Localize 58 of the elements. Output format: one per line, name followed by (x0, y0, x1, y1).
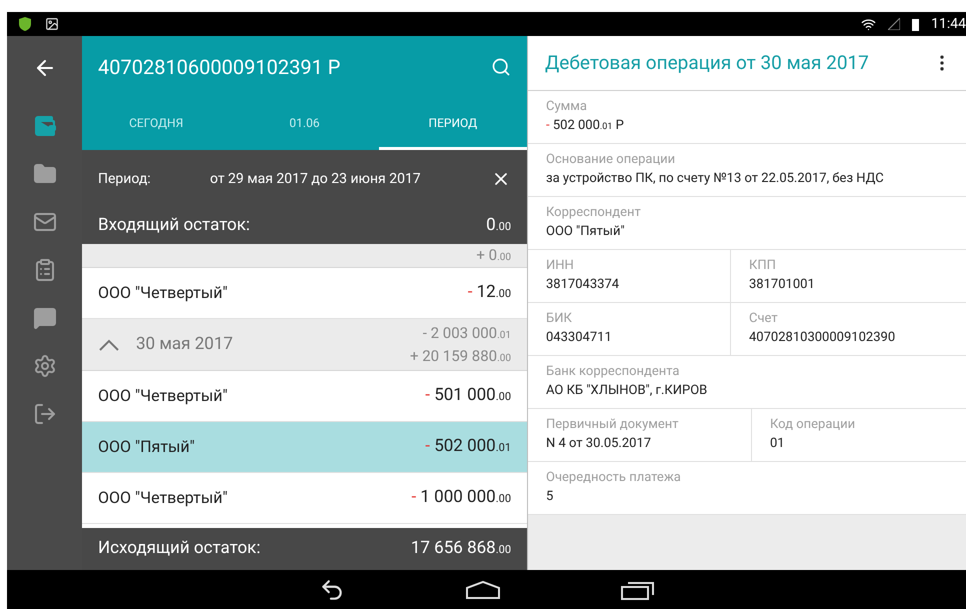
field-label: ИНН (546, 257, 575, 275)
field-label: Очередность платежа (546, 469, 682, 487)
field-label: Основание операции (546, 151, 676, 169)
status-time: 11:44 (931, 14, 966, 34)
folder-icon[interactable] (32, 162, 58, 186)
mail-icon[interactable] (32, 210, 58, 234)
field-value: 01 (770, 435, 786, 453)
field-label: Корреспондент (546, 204, 642, 222)
operation-row[interactable]: ООО "Пятый" - 502 000.01 (82, 422, 527, 473)
field-value: ООО "Пятый" (546, 223, 626, 241)
amount: - 2 003 000.01 (422, 323, 511, 344)
field-label: Банк корреспондента (546, 363, 680, 381)
wifi-icon (861, 16, 876, 32)
field-value: 3817043374 (546, 276, 620, 294)
tab[interactable]: 01.06 (230, 98, 379, 150)
amount: - 1 000 000.00 (411, 486, 511, 510)
battery-icon (912, 18, 920, 30)
opening-balance-label: Входящий остаток: (98, 214, 252, 238)
amount: - 501 000.00 (425, 384, 511, 408)
field-label: Первичный документ (546, 416, 680, 434)
field-value: 40702810300009102390 (749, 329, 896, 347)
counterparty-name: ООО "Четвертый" (98, 385, 229, 407)
shield-app-icon (17, 16, 33, 32)
tab[interactable]: СЕГОДНЯ (82, 98, 230, 150)
detail-title: Дебетовая операция от 30 мая 2017 (545, 50, 870, 76)
signal-icon (888, 18, 900, 30)
period-range: от 29 мая 2017 до 23 июня 2017 (210, 170, 422, 188)
field-label: Счет (749, 310, 779, 328)
group-date: 30 мая 2017 (136, 332, 234, 356)
amount: + 20 159 880.00 (410, 346, 511, 366)
date-group-header[interactable]: + 0.00 (82, 244, 527, 268)
home-icon[interactable] (464, 580, 500, 600)
amount: + 0.00 (476, 245, 511, 266)
field-value: 5 (546, 488, 554, 506)
account-title: 40702810600009102391 Р (98, 54, 342, 81)
date-group-header[interactable]: 30 мая 2017 - 2 003 000.01 + 20 159 880.00 (82, 319, 527, 371)
counterparty-name: ООО "Четвертый" (98, 282, 229, 304)
field-value: - 502 000.01 Р (546, 116, 625, 134)
field-label: КПП (749, 257, 777, 275)
period-label: Период: (98, 170, 152, 188)
counterparty-name: ООО "Пятый" (98, 436, 196, 458)
field-label: БИК (546, 310, 573, 328)
field-label: Сумма (546, 98, 588, 116)
amount: 17 656 868.00 (410, 537, 511, 560)
field-value: 043304711 (546, 329, 613, 347)
field-value: N 4 от 30.05.2017 (546, 435, 652, 453)
field-value: за устройство ПК, по счету №13 от 22.05.2017, без НДС (546, 170, 885, 188)
counterparty-name: ООО "Четвертый" (98, 487, 229, 509)
field-value: АО КБ "ХЛЫНОВ", г.КИРОВ (546, 382, 708, 400)
message-icon[interactable] (32, 306, 58, 330)
closing-balance-label: Исходящий остаток: (98, 537, 262, 560)
amount: - 12.00 (468, 281, 511, 304)
amount: - 502 000.01 (425, 435, 511, 458)
search-icon[interactable] (491, 57, 511, 77)
amount: 0.00 (486, 214, 511, 238)
field-label: Код операции (770, 416, 856, 434)
image-icon (45, 17, 59, 31)
field-value: 381701001 (749, 276, 816, 294)
